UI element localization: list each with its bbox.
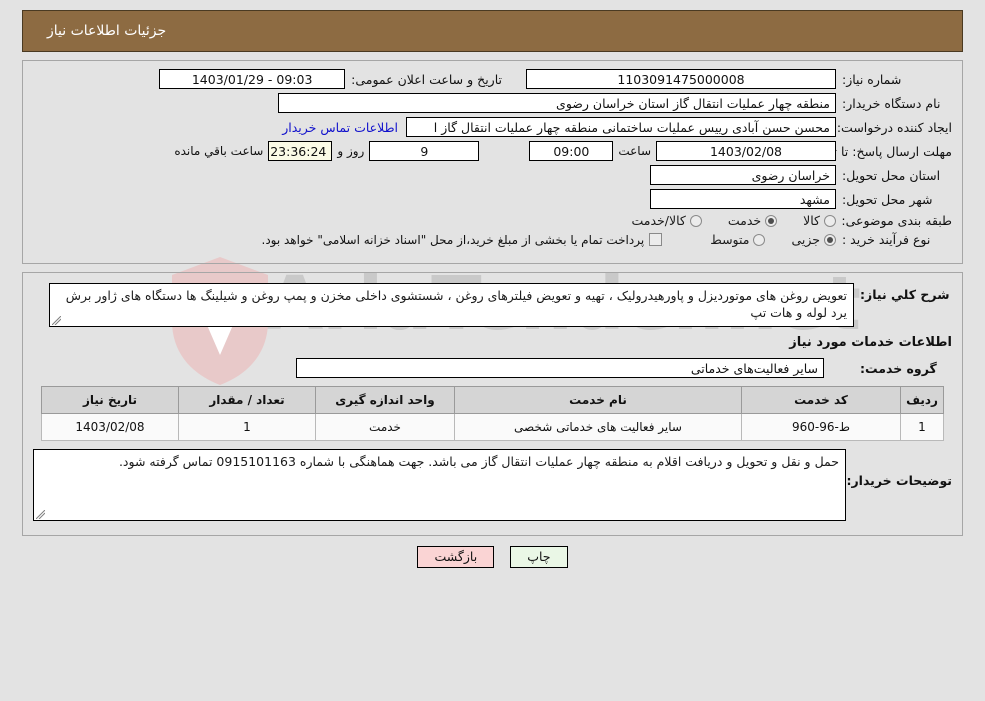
buyer-notes-textarea[interactable]: حمل و نقل و تحویل و دریافت اقلام به منطق… xyxy=(33,449,846,521)
footer-buttons: بازگشت چاپ xyxy=(0,546,985,568)
col-code: کد خدمت xyxy=(741,386,901,414)
radio-icon-kala[interactable] xyxy=(824,214,836,227)
radio-label-jozee: جزیی xyxy=(791,232,820,247)
cell-name: سایر فعالیت های خدماتی شخصی xyxy=(454,413,742,441)
row-buyer-notes: توضیحات خریدار: حمل و نقل و تحویل و دریا… xyxy=(33,449,952,521)
province-label: استان محل تحویل: xyxy=(842,167,941,183)
deadline-time-field: 09:00 xyxy=(529,141,614,161)
general-info-panel: شماره نیاز: 1103091475000008 تاریخ و ساع… xyxy=(22,60,963,264)
col-index: ردیف xyxy=(900,386,944,414)
table-row[interactable]: 1 ط-96-960 سایر فعالیت های خدماتی شخصی خ… xyxy=(41,413,944,441)
need-number-label: شماره نیاز: xyxy=(842,71,902,87)
col-qty: تعداد / مقدار xyxy=(178,386,316,414)
radio-category-kala[interactable]: کالا xyxy=(803,213,836,228)
row-process: نوع فرآیند خرید : جزیی متوسط پرداخت تمام… xyxy=(33,232,952,247)
announce-date-field: 09:03 - 1403/01/29 xyxy=(159,69,346,89)
description-text: تعویض روغن های موتوردیزل و پاورهیدرولیک … xyxy=(65,288,847,320)
resize-grip-icon[interactable] xyxy=(52,316,61,325)
cell-unit: خدمت xyxy=(315,413,455,441)
col-unit: واحد اندازه گیری xyxy=(315,386,455,414)
radio-label-kala: کالا xyxy=(803,213,820,228)
remaining-label: ساعت باقي مانده xyxy=(174,144,264,158)
row-province: استان محل تحویل: خراسان رضوی xyxy=(33,165,952,185)
row-description: شرح کلي نياز: تعویض روغن های موتوردیزل و… xyxy=(33,283,952,327)
province-field: خراسان رضوی xyxy=(650,165,836,185)
row-city: شهر محل تحویل: مشهد xyxy=(33,189,952,209)
cell-date: 1403/02/08 xyxy=(41,413,179,441)
deadline-time-label: ساعت xyxy=(618,144,651,158)
back-button[interactable]: بازگشت xyxy=(417,546,495,568)
announce-date-label: تاریخ و ساعت اعلان عمومی: xyxy=(351,71,502,87)
treasury-checkbox[interactable] xyxy=(649,233,663,246)
buyer-contact-link[interactable]: اطلاعات تماس خریدار xyxy=(282,120,398,135)
city-label: شهر محل تحویل: xyxy=(842,191,933,207)
service-group-field: سایر فعالیت‌های خدماتی xyxy=(296,358,824,378)
services-table: ردیف کد خدمت نام خدمت واحد اندازه گیری ت… xyxy=(41,386,944,441)
row-buyer-org: نام دستگاه خریدار: منطقه چهار عملیات انت… xyxy=(33,93,952,113)
radio-category-kala-khedmat[interactable]: کالا/خدمت xyxy=(631,213,702,228)
process-label: نوع فرآیند خرید : xyxy=(842,232,931,247)
row-creator: ایجاد کننده درخواست: محسن حسن آبادی رییس… xyxy=(33,117,952,137)
city-field: مشهد xyxy=(650,189,836,209)
radio-label-kala-khedmat: کالا/خدمت xyxy=(631,213,686,228)
cell-index: 1 xyxy=(900,413,944,441)
row-category: طبقه بندی موضوعی: کالا خدمت کالا/خدمت xyxy=(33,213,952,228)
table-header-row: ردیف کد خدمت نام خدمت واحد اندازه گیری ت… xyxy=(41,386,944,414)
days-label: روز و xyxy=(337,144,365,158)
details-panel: شرح کلي نياز: تعویض روغن های موتوردیزل و… xyxy=(22,272,963,536)
print-button[interactable]: چاپ xyxy=(510,546,568,568)
row-service-group: گروه خدمت: سایر فعالیت‌های خدماتی xyxy=(33,358,952,378)
creator-field: محسن حسن آبادی رییس عملیات ساختمانی منطق… xyxy=(406,117,836,137)
page-header-bar: جزئیات اطلاعات نیاز xyxy=(22,10,963,52)
deadline-date-field: 1403/02/08 xyxy=(656,141,836,161)
treasury-label: پرداخت تمام یا بخشی از مبلغ خرید،از محل … xyxy=(261,232,645,247)
radio-label-khedmat: خدمت xyxy=(727,213,762,228)
deadline-label: مهلت ارسال پاسخ: تا تاریخ: xyxy=(807,143,952,159)
need-number-field: 1103091475000008 xyxy=(526,69,836,89)
radio-icon-jozee[interactable] xyxy=(824,233,836,246)
cell-code: ط-96-960 xyxy=(741,413,901,441)
buyer-notes-label: توضیحات خریدار: xyxy=(846,473,952,488)
resize-grip-icon-notes[interactable] xyxy=(36,510,45,519)
countdown-field: 23:36:24 xyxy=(268,141,333,161)
row-need-number: شماره نیاز: 1103091475000008 تاریخ و ساع… xyxy=(33,69,952,89)
radio-icon-kala-khedmat[interactable] xyxy=(689,214,702,227)
cell-qty: 1 xyxy=(178,413,316,441)
services-table-wrapper: ردیف کد خدمت نام خدمت واحد اندازه گیری ت… xyxy=(41,386,944,441)
radio-category-khedmat[interactable]: خدمت xyxy=(727,213,778,228)
radio-label-motavaset: متوسط xyxy=(710,232,750,247)
category-label: طبقه بندی موضوعی: xyxy=(841,213,952,228)
description-label: شرح کلي نياز: xyxy=(860,287,950,302)
col-name: نام خدمت xyxy=(454,386,742,414)
remaining-days-field: 9 xyxy=(369,141,480,161)
row-deadline: مهلت ارسال پاسخ: تا تاریخ: 1403/02/08 سا… xyxy=(33,141,952,161)
buyer-notes-text: حمل و نقل و تحویل و دریافت اقلام به منطق… xyxy=(118,454,839,469)
services-section-title: اطلاعات خدمات مورد نیاز xyxy=(789,335,952,350)
buyer-org-label: نام دستگاه خریدار: xyxy=(842,95,941,111)
page-title: جزئیات اطلاعات نیاز xyxy=(47,23,167,39)
description-textarea[interactable]: تعویض روغن های موتوردیزل و پاورهیدرولیک … xyxy=(49,283,854,327)
creator-label: ایجاد کننده درخواست: xyxy=(836,119,952,135)
radio-process-motavaset[interactable]: متوسط xyxy=(710,232,766,247)
buyer-org-field: منطقه چهار عملیات انتقال گاز استان خراسا… xyxy=(278,93,836,113)
radio-process-jozee[interactable]: جزیی xyxy=(791,232,836,247)
radio-icon-motavaset[interactable] xyxy=(753,233,766,246)
service-group-label: گروه خدمت: xyxy=(860,360,937,376)
col-date: تاریخ نیاز xyxy=(41,386,179,414)
radio-icon-khedmat[interactable] xyxy=(765,214,778,227)
